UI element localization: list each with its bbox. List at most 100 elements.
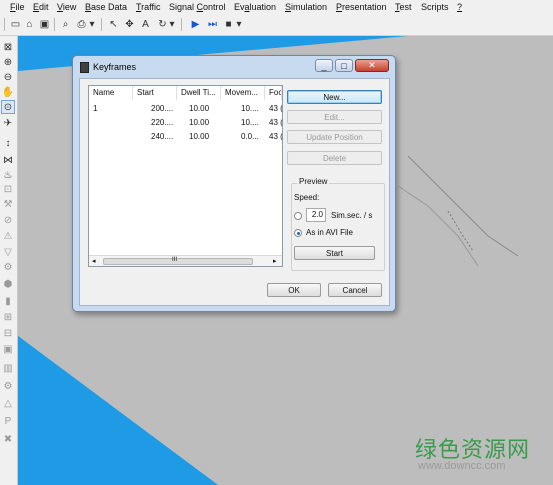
section-icon[interactable]: △ [1, 396, 15, 410]
gear-icon[interactable]: ⚙ [1, 379, 15, 393]
menu-item-5[interactable]: Signal Control [169, 2, 226, 12]
menu-item-text: luation [249, 2, 277, 12]
update-position-button[interactable]: Update Position [287, 130, 382, 144]
menu-item-1[interactable]: Edit [33, 2, 49, 12]
rotate-dropdown-icon[interactable]: ▾ [168, 17, 176, 32]
yield-icon[interactable]: ▽ [1, 245, 15, 259]
table-cell: 43 ( [269, 132, 282, 141]
menu-item-8[interactable]: Presentation [336, 2, 387, 12]
link-tool-icon[interactable]: ↕ [1, 136, 15, 150]
speed-label: Speed: [294, 193, 320, 202]
col-header-name[interactable]: Name [89, 86, 133, 100]
pan-icon[interactable]: ✋ [1, 85, 15, 99]
queue-icon[interactable]: ⊞ [1, 310, 15, 324]
avi-label: As in AVI File [306, 228, 353, 237]
detector-icon[interactable]: ⚙ [1, 260, 15, 274]
new-file-icon[interactable]: ▭ [8, 17, 23, 32]
print-icon[interactable]: ⎙ [74, 17, 89, 32]
transit-icon[interactable]: ⬢ [1, 277, 15, 291]
menu-item-text: ase Data [91, 2, 128, 12]
keyframes-dialog: Keyframes _ □ ✕ Name Start Dwell Ti... M… [72, 55, 396, 312]
signal-icon[interactable]: ♨ [1, 168, 15, 182]
menu-item-10[interactable]: Scripts [421, 2, 449, 12]
col-header-movement[interactable]: Movem... [221, 86, 265, 100]
menu-item-11[interactable]: ? [457, 2, 462, 12]
dialog-body: Name Start Dwell Ti... Movem... Foc 1 200… [79, 78, 390, 306]
menu-item-text: raffic [141, 2, 161, 12]
play-icon[interactable]: ▶ [188, 17, 203, 32]
print-dropdown-icon[interactable]: ▾ [88, 17, 96, 32]
menu-item-0[interactable]: File [10, 2, 25, 12]
bus-icon[interactable]: ⊟ [1, 326, 15, 340]
cancel-button[interactable]: Cancel [328, 283, 382, 297]
camera-icon[interactable]: ⊙ [1, 100, 15, 114]
road-icon[interactable]: ⚒ [1, 197, 15, 211]
speed-unit: Sim.sec. / s [331, 211, 373, 220]
menu-item-accelerator: ? [457, 2, 463, 12]
open-folder-icon[interactable]: ⌂ [22, 17, 37, 32]
table-cell: 10.00 [189, 132, 210, 141]
priority-icon[interactable]: ⚠ [1, 229, 15, 243]
menu-item-4[interactable]: Traffic [136, 2, 161, 12]
horizontal-scrollbar[interactable]: ◂ III ▸ [89, 255, 282, 266]
select-icon[interactable]: ⊠ [1, 40, 15, 54]
preview-title: Preview [297, 177, 330, 186]
zoom-out-icon[interactable]: ⊖ [1, 70, 15, 84]
step-icon[interactable]: ⏭ [205, 17, 220, 32]
vehicle-icon[interactable]: ✈ [1, 116, 15, 130]
col-header-focus[interactable]: Foc [265, 86, 282, 100]
speed-input[interactable]: 2.0 [306, 208, 326, 222]
measure-icon[interactable]: ▥ [1, 361, 15, 375]
parking-icon[interactable]: ⊡ [1, 182, 15, 196]
menu-item-2[interactable]: View [57, 2, 76, 12]
col-header-start[interactable]: Start [133, 86, 177, 100]
stop-icon[interactable]: ■ [221, 17, 236, 32]
traffic-light-icon [80, 62, 89, 73]
save-icon[interactable]: ▣ [37, 17, 52, 32]
delete-button[interactable]: Delete [287, 151, 382, 165]
menu-item-3[interactable]: Base Data [85, 2, 127, 12]
node-icon[interactable]: ⋈ [1, 153, 15, 167]
text-icon[interactable]: A [138, 17, 153, 32]
table-cell: 220.... [151, 118, 174, 127]
new-button[interactable]: New... [287, 90, 382, 104]
scroll-right-icon[interactable]: ▸ [273, 257, 277, 265]
keyframes-list[interactable]: Name Start Dwell Ti... Movem... Foc 1 200… [88, 85, 283, 267]
scroll-left-icon[interactable]: ◂ [92, 257, 96, 265]
menu-item-6[interactable]: Evaluation [234, 2, 276, 12]
dialog-title: Keyframes [93, 62, 137, 72]
parking-lot-icon[interactable]: P [1, 414, 15, 428]
col-header-dwell[interactable]: Dwell Ti... [177, 86, 221, 100]
table-cell: 240.... [151, 132, 174, 141]
close-button[interactable]: ✕ [355, 59, 389, 72]
menu-item-text: ile [15, 2, 25, 12]
signal-head-icon[interactable]: ▮ [1, 294, 15, 308]
ok-button[interactable]: OK [267, 283, 321, 297]
menu-item-9[interactable]: Test [395, 2, 412, 12]
menu-item-text: imulation [291, 2, 328, 12]
zoom-in-icon[interactable]: ⊕ [1, 55, 15, 69]
watermark-url: www.downcc.com [418, 460, 506, 472]
start-button[interactable]: Start [294, 246, 375, 260]
tool-palette: ⊠ ⊕ ⊖ ✋ ⊙ ✈ ↕ ⋈ ♨ ⊡ ⚒ ⊘ ⚠ ▽ ⚙ ⬢ ▮ ⊞ ⊟ ▣ ▥ ⚙ △ P ✖ [0, 36, 18, 485]
avi-radio[interactable] [294, 229, 302, 237]
menu-item-text: Ev [234, 2, 245, 12]
menu-item-7[interactable]: Simulation [285, 2, 327, 12]
scroll-thumb[interactable]: III [103, 257, 253, 265]
menu-item-text: Scripts [421, 2, 449, 12]
pointer-icon[interactable]: ↖ [106, 17, 121, 32]
link-icon[interactable]: ✥ [122, 17, 137, 32]
speed-radio[interactable] [294, 212, 302, 220]
main-toolbar: ▭ ⌂ ▣ ⌕ ⎙ ▾ ↖ ✥ A ↻ ▾ ▶ ⏭ ■ ▾ [0, 15, 553, 36]
table-cell: 43 ( [269, 118, 282, 127]
table-cell: 43 ( [269, 104, 282, 113]
menu-item-text: dit [39, 2, 49, 12]
stop-icon[interactable]: ⊘ [1, 213, 15, 227]
stop-dropdown-icon[interactable]: ▾ [235, 17, 243, 32]
print-preview-icon[interactable]: ⌕ [58, 17, 73, 32]
close-tool-icon[interactable]: ✖ [1, 432, 15, 446]
maximize-button[interactable]: □ [335, 59, 353, 72]
minimize-button[interactable]: _ [315, 59, 333, 72]
edit-button[interactable]: Edit... [287, 110, 382, 124]
pedestrian-icon[interactable]: ▣ [1, 342, 15, 356]
